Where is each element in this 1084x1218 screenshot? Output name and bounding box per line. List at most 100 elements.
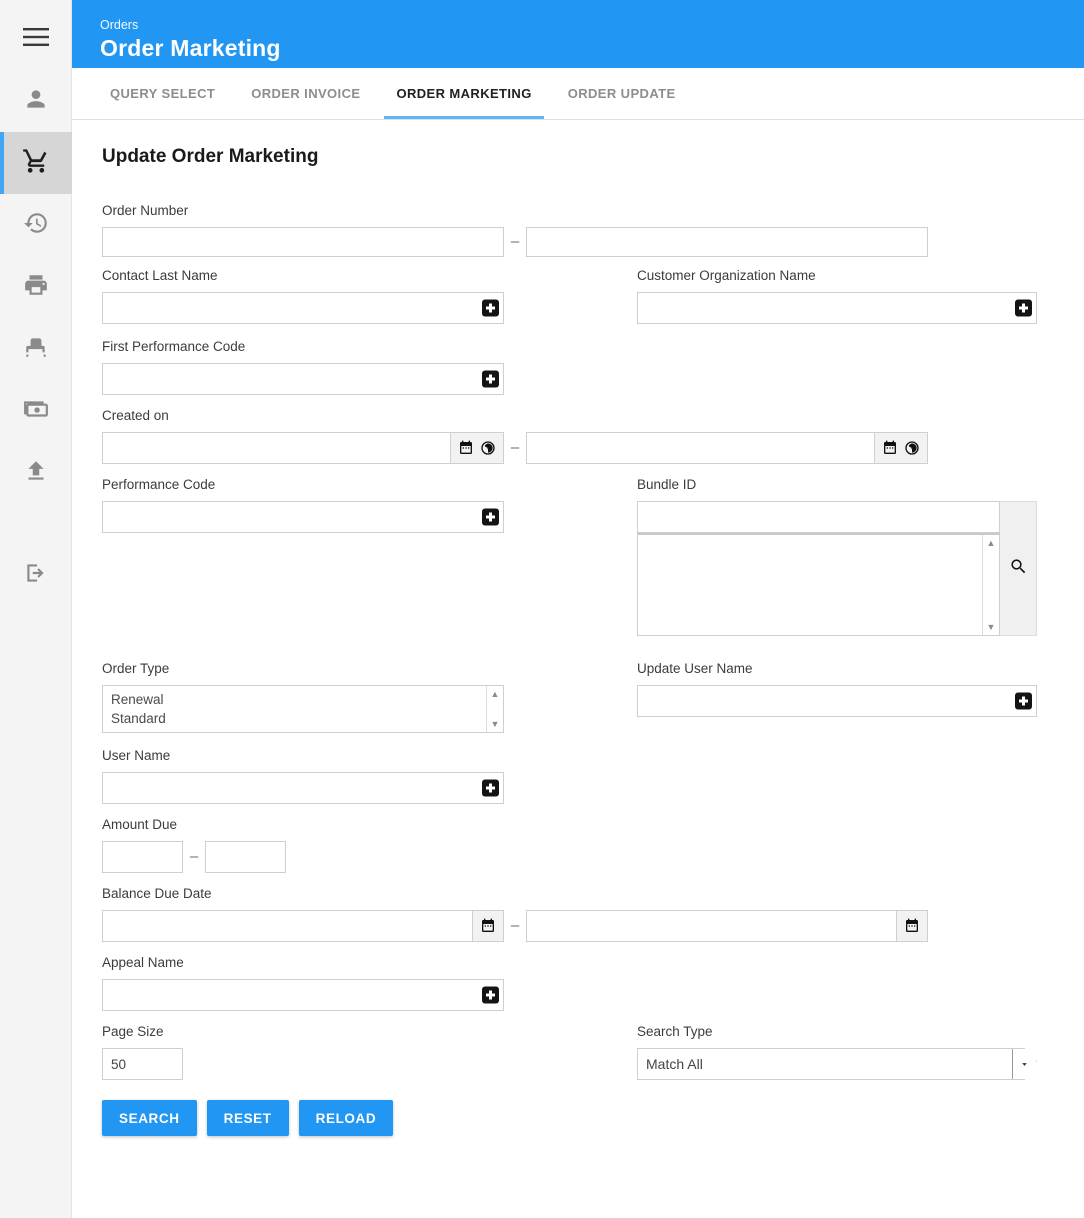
sidebar-item-print[interactable] bbox=[0, 256, 72, 318]
reset-button[interactable]: RESET bbox=[206, 1100, 289, 1136]
printer-icon bbox=[23, 272, 49, 303]
order-number-from-input[interactable] bbox=[102, 227, 504, 257]
balance-due-date-from-input[interactable] bbox=[102, 910, 472, 942]
label-order-type: Order Type bbox=[102, 661, 170, 676]
sidebar-item-logout[interactable] bbox=[0, 544, 72, 606]
sidebar-item-seating[interactable] bbox=[0, 318, 72, 380]
chevron-up-icon[interactable]: ▲ bbox=[491, 686, 500, 702]
performance-code-add-icon[interactable] bbox=[482, 508, 499, 526]
hamburger-icon bbox=[23, 27, 49, 52]
customer-organization-name-wrap bbox=[637, 292, 1037, 324]
search-type-wrap: Match All * bbox=[637, 1048, 1037, 1080]
order-number-to-input[interactable] bbox=[526, 227, 928, 257]
sidebar-item-account[interactable] bbox=[0, 70, 72, 132]
field-amount-due: Amount Due – bbox=[102, 816, 1054, 873]
appeal-name-add-icon[interactable] bbox=[482, 986, 499, 1004]
update-user-name-add-icon[interactable] bbox=[1015, 692, 1032, 710]
contact-last-name-add-icon[interactable] bbox=[482, 299, 499, 317]
chevron-down-icon[interactable]: ▼ bbox=[987, 619, 996, 635]
reload-button[interactable]: RELOAD bbox=[298, 1100, 394, 1136]
sidebar-item-menu[interactable] bbox=[0, 8, 72, 70]
field-update-user-name: Update User Name bbox=[637, 660, 1037, 717]
calendar-icon[interactable] bbox=[480, 918, 496, 934]
col-right-bundle-id: Bundle ID ▲ ▼ bbox=[637, 476, 1037, 650]
label-customer-organization-name: Customer Organization Name bbox=[637, 268, 816, 283]
page-size-input[interactable] bbox=[102, 1048, 183, 1080]
sidebar-item-orders[interactable] bbox=[0, 132, 72, 194]
col-left-order-type: Order Type Renewal Standard ▲ ▼ bbox=[102, 660, 637, 747]
created-on-range-separator: – bbox=[510, 439, 520, 456]
bundle-id-scrollbar[interactable]: ▲ ▼ bbox=[982, 535, 999, 635]
bundle-id-composite: ▲ ▼ bbox=[637, 501, 1037, 636]
col-left-performance-code: Performance Code bbox=[102, 476, 637, 650]
chevron-up-icon[interactable]: ▲ bbox=[987, 535, 996, 551]
calendar-icon[interactable] bbox=[458, 440, 474, 456]
field-search-type: Search Type Match All * bbox=[637, 1023, 1037, 1080]
shopping-cart-icon bbox=[22, 147, 50, 180]
balance-due-date-to-input[interactable] bbox=[526, 910, 896, 942]
bundle-id-listbox[interactable]: ▲ ▼ bbox=[637, 533, 1000, 636]
performance-code-input[interactable] bbox=[102, 501, 504, 533]
search-button[interactable]: SEARCH bbox=[102, 1100, 197, 1136]
field-contact-last-name: Contact Last Name bbox=[102, 267, 637, 324]
label-balance-due-date: Balance Due Date bbox=[102, 886, 212, 901]
page-header-title: Order Marketing bbox=[100, 34, 281, 61]
update-user-name-input[interactable] bbox=[637, 685, 1037, 717]
col-right-org: Customer Organization Name bbox=[637, 267, 1037, 338]
history-icon bbox=[23, 210, 49, 241]
label-bundle-id: Bundle ID bbox=[637, 477, 697, 492]
calendar-icon[interactable] bbox=[904, 918, 920, 934]
contact-last-name-input[interactable] bbox=[102, 292, 504, 324]
field-user-name: User Name bbox=[102, 747, 1054, 804]
amount-due-range-separator: – bbox=[189, 848, 199, 865]
order-type-listbox[interactable]: Renewal Standard ▲ ▼ bbox=[102, 685, 504, 733]
exit-icon bbox=[23, 560, 49, 591]
amount-due-to-input[interactable] bbox=[205, 841, 286, 873]
order-number-range-separator: – bbox=[510, 233, 520, 250]
clock-icon[interactable] bbox=[480, 440, 496, 456]
sidebar-item-upload[interactable] bbox=[0, 442, 72, 504]
balance-due-date-from-picker[interactable] bbox=[472, 910, 504, 942]
money-icon bbox=[23, 396, 49, 427]
label-appeal-name: Appeal Name bbox=[102, 955, 184, 970]
customer-organization-name-input[interactable] bbox=[637, 292, 1037, 324]
chevron-down-icon[interactable]: ▼ bbox=[491, 716, 500, 732]
search-type-select[interactable]: Match All bbox=[637, 1048, 1026, 1080]
page-title: Update Order Marketing bbox=[102, 146, 319, 167]
bundle-id-left: ▲ ▼ bbox=[637, 501, 1000, 636]
tab-order-invoice[interactable]: ORDER INVOICE bbox=[233, 68, 378, 119]
customer-organization-name-add-icon[interactable] bbox=[1015, 299, 1032, 317]
bundle-id-input[interactable] bbox=[637, 501, 1000, 533]
contact-last-name-wrap bbox=[102, 292, 504, 324]
order-type-option-standard[interactable]: Standard bbox=[111, 709, 503, 728]
field-balance-due-date: Balance Due Date – bbox=[102, 885, 1054, 942]
order-type-scrollbar[interactable]: ▲ ▼ bbox=[486, 686, 503, 732]
clock-icon[interactable] bbox=[904, 440, 920, 456]
created-on-from-pickers[interactable] bbox=[450, 432, 504, 464]
user-name-add-icon[interactable] bbox=[482, 779, 499, 797]
balance-due-date-to-picker[interactable] bbox=[896, 910, 928, 942]
bundle-id-search-button[interactable] bbox=[1000, 501, 1037, 636]
first-performance-code-input[interactable] bbox=[102, 363, 504, 395]
row-names: Contact Last Name Customer Organization … bbox=[102, 267, 1054, 338]
order-type-option-renewal[interactable]: Renewal bbox=[111, 690, 503, 709]
created-on-from-input[interactable] bbox=[102, 432, 450, 464]
sidebar-item-history[interactable] bbox=[0, 194, 72, 256]
sidebar-item-payments[interactable] bbox=[0, 380, 72, 442]
col-right-search-type: Search Type Match All * bbox=[637, 1023, 1037, 1080]
calendar-icon[interactable] bbox=[882, 440, 898, 456]
tab-order-marketing[interactable]: ORDER MARKETING bbox=[378, 68, 549, 119]
tab-query-select[interactable]: QUERY SELECT bbox=[92, 68, 233, 119]
created-on-to-pickers[interactable] bbox=[874, 432, 928, 464]
first-performance-code-add-icon[interactable] bbox=[482, 370, 499, 388]
appeal-name-input[interactable] bbox=[102, 979, 504, 1011]
field-performance-code: Performance Code bbox=[102, 476, 637, 533]
created-on-to-input[interactable] bbox=[526, 432, 874, 464]
tab-order-update[interactable]: ORDER UPDATE bbox=[550, 68, 694, 119]
amount-due-from-input[interactable] bbox=[102, 841, 183, 873]
label-page-size: Page Size bbox=[102, 1024, 164, 1039]
tab-bar: QUERY SELECT ORDER INVOICE ORDER MARKETI… bbox=[72, 68, 1084, 120]
user-name-input[interactable] bbox=[102, 772, 504, 804]
label-user-name: User Name bbox=[102, 748, 171, 763]
